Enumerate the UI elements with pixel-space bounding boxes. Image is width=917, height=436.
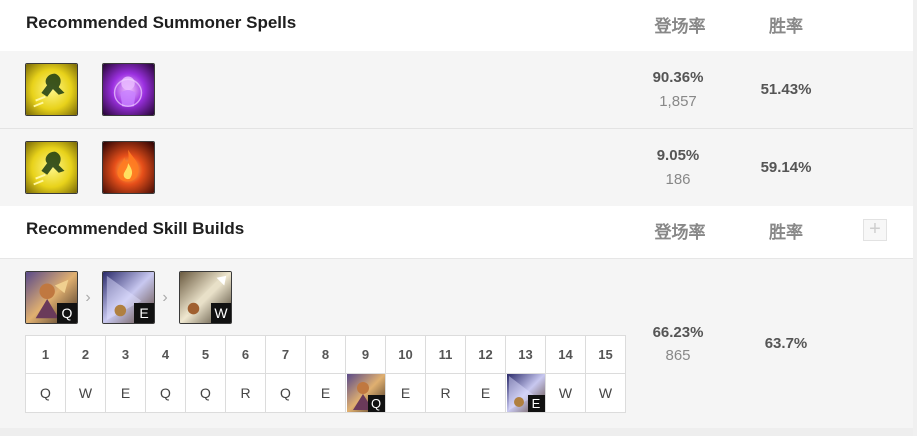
skill-builds-header: Recommended Skill Builds 登场率 胜率 [0,206,913,259]
level-cell: 9 [345,335,386,374]
skill-order-cell: E [305,373,346,413]
skill-order-cell: W [585,373,626,413]
level-cell: 12 [465,335,506,374]
summoner-spells-title: Recommended Summoner Spells [26,13,297,32]
level-cell: 13 [505,335,546,374]
level-cell: 8 [305,335,346,374]
skill-order-cell: E [105,373,146,413]
spell-combo-row[interactable]: 90.36% 1,857 51.43% [0,51,913,129]
skill-order-cell: Q [185,373,226,413]
panel-bottom-border [0,428,913,436]
skill-e-icon: E [102,271,155,324]
skill-order-cell: Q [25,373,66,413]
spell-combo-row[interactable]: 9.05% 186 59.14% [0,129,913,206]
pick-count-value: 1,857 [659,93,697,110]
level-cell: 15 [585,335,626,374]
summoner-spells-header: Recommended Summoner Spells 登场率 胜率 [0,0,913,52]
skill-order-cell: Q [145,373,186,413]
level-cell: 11 [425,335,466,374]
skill-key-badge: W [211,303,231,323]
pick-rate-value: 66.23% [652,324,704,341]
ghost-spell-icon[interactable] [25,141,78,194]
cleanse-spell-icon[interactable] [102,63,155,116]
level-cell: 1 [25,335,66,374]
win-rate-value: 51.43% [760,81,812,98]
skill-order-cell: R [425,373,466,413]
skill-order-cell-highlight: E [505,373,546,413]
skill-key-badge: Q [367,395,385,412]
skill-order-cell: Q [265,373,306,413]
skill-e-icon: E [506,374,545,412]
level-cell: 6 [225,335,266,374]
skill-builds-title: Recommended Skill Builds [26,219,245,238]
skill-key-badge: E [527,395,545,412]
level-cell: 10 [385,335,426,374]
skill-order-cell: W [545,373,586,413]
add-build-button[interactable]: + [863,219,887,241]
level-cell: 7 [265,335,306,374]
pick-rate-column-header: 登场率 [654,17,706,36]
skill-order-cell: E [465,373,506,413]
win-rate-column-header: 胜率 [769,17,803,36]
level-cell: 3 [105,335,146,374]
skill-order-cell: E [385,373,426,413]
skill-key-badge: Q [57,303,77,323]
skill-order-keys-row: Q W E Q Q R Q E Q E R E E W W [25,373,626,413]
scrollbar-track[interactable] [913,0,917,436]
skill-order-levels-row: 1 2 3 4 5 6 7 8 9 10 11 12 13 14 15 [25,335,626,374]
level-cell: 14 [545,335,586,374]
level-cell: 5 [185,335,226,374]
win-rate-column-header: 胜率 [769,223,803,242]
skill-order-cell: R [225,373,266,413]
skill-order-cell-highlight: Q [345,373,386,413]
skill-q-icon: Q [346,374,385,412]
pick-count-value: 865 [665,347,691,364]
skill-q-icon: Q [25,271,78,324]
pick-count-value: 186 [665,171,691,188]
level-cell: 4 [145,335,186,374]
pick-rate-value: 90.36% [652,69,704,86]
chevron-right-icon: › [85,289,91,306]
skill-order-cell: W [65,373,106,413]
ignite-spell-icon[interactable] [102,141,155,194]
pick-rate-value: 9.05% [656,147,700,164]
skill-order-table: 1 2 3 4 5 6 7 8 9 10 11 12 13 14 15 Q W … [25,335,626,413]
win-rate-value: 63.7% [764,335,808,352]
ghost-spell-icon[interactable] [25,63,78,116]
skill-w-icon: W [179,271,232,324]
chevron-right-icon: › [162,289,168,306]
pick-rate-column-header: 登场率 [654,223,706,242]
recommendations-panel: Recommended Summoner Spells 登场率 胜率 90.36… [0,0,913,436]
win-rate-value: 59.14% [760,159,812,176]
level-cell: 2 [65,335,106,374]
skill-key-badge: E [134,303,154,323]
